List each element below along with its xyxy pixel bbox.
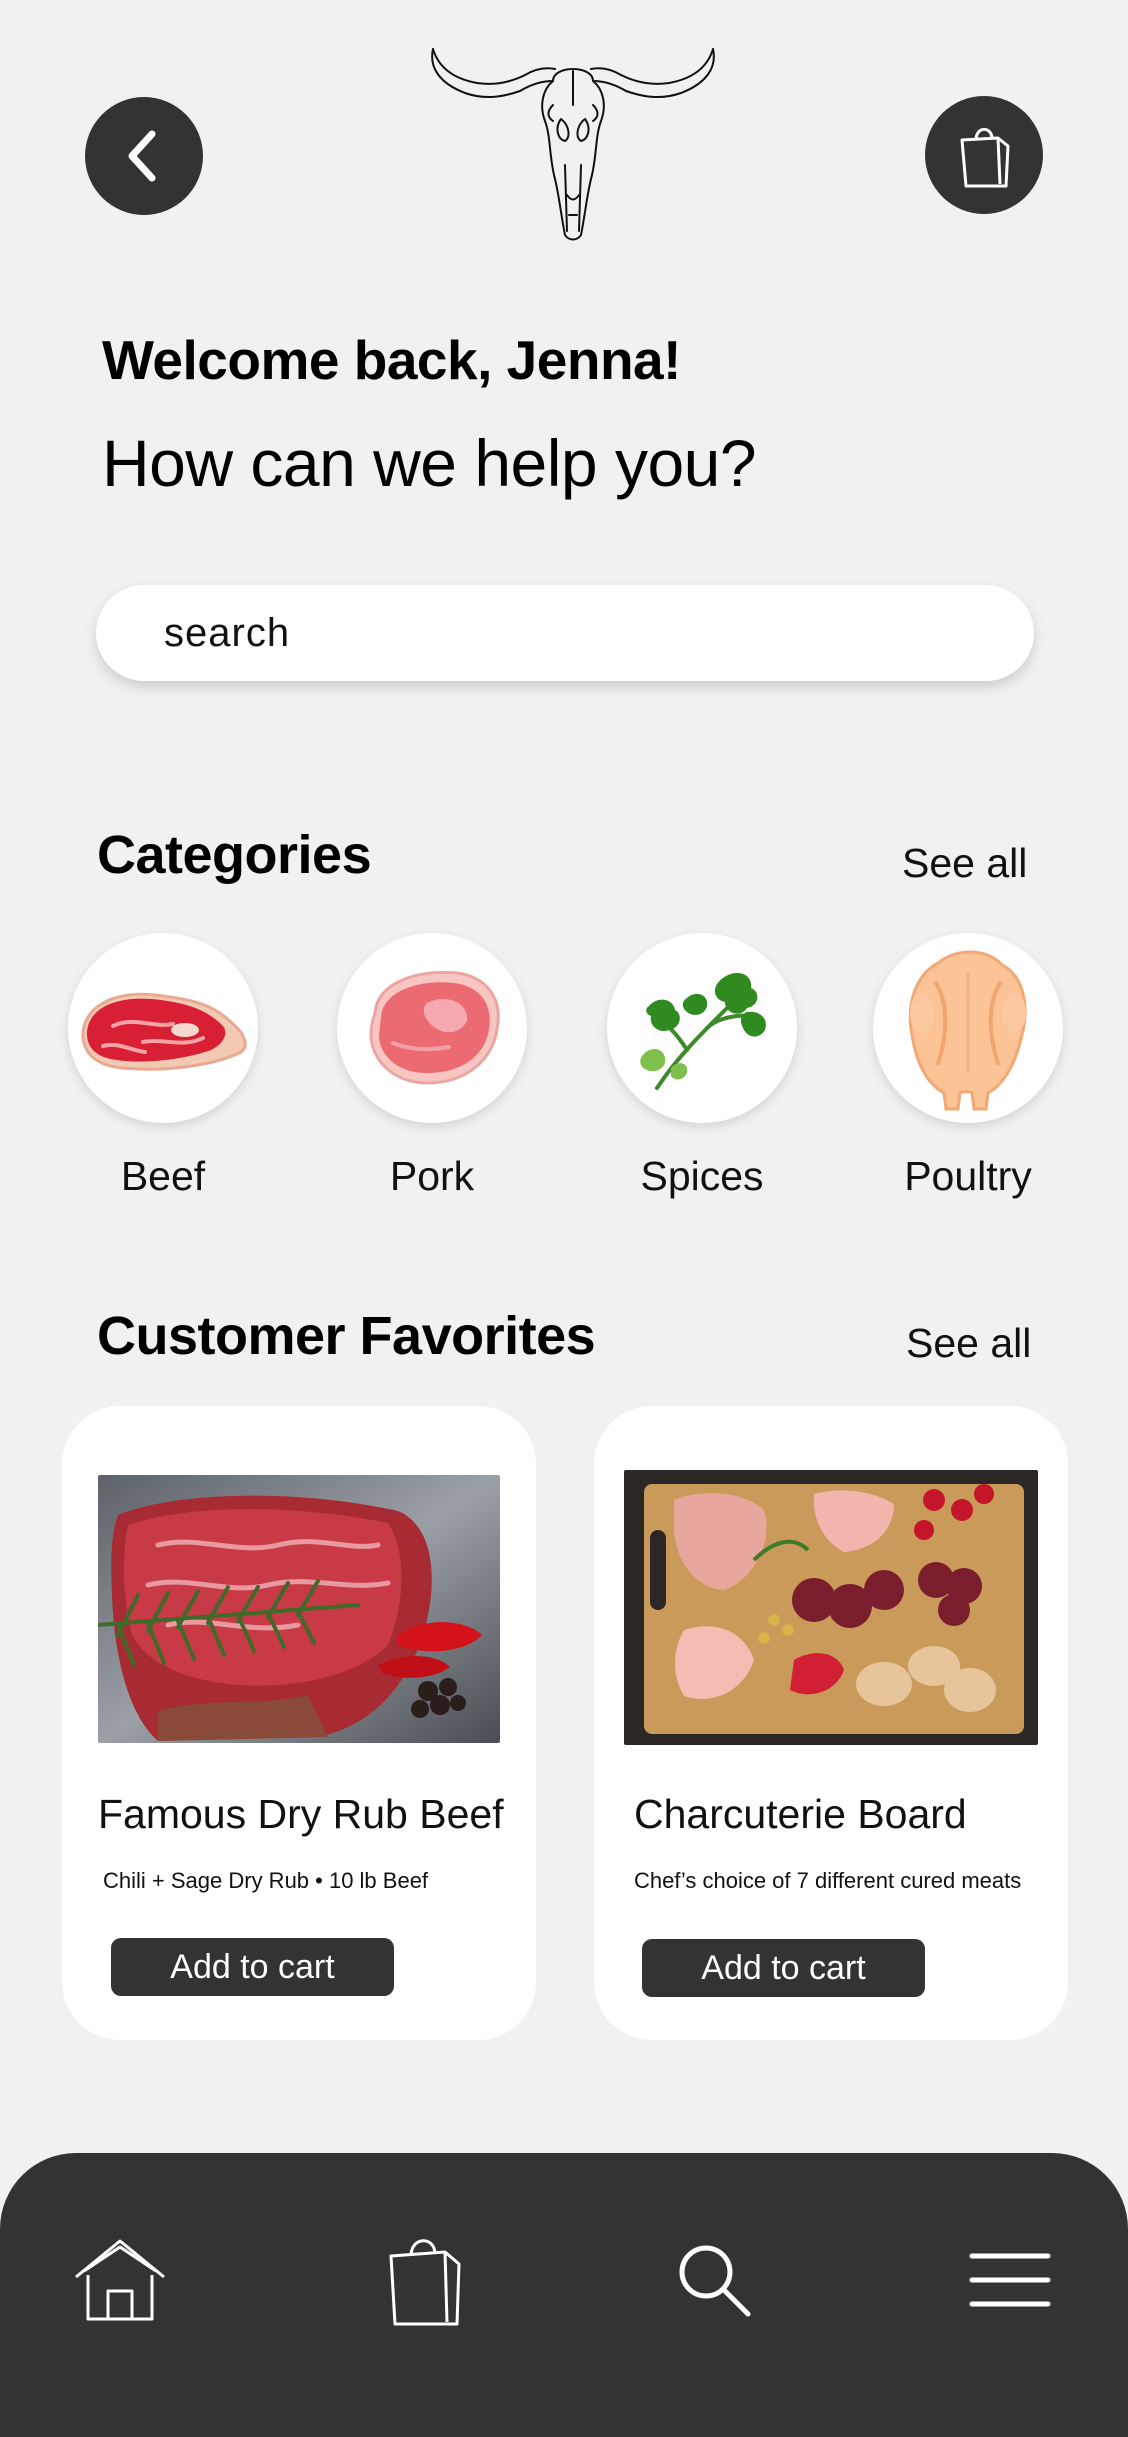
raw-beef-steak-photo bbox=[98, 1475, 500, 1743]
category-label: Spices bbox=[640, 1153, 764, 1199]
product-card[interactable]: Charcuterie Board Chef’s choice of 7 dif… bbox=[594, 1406, 1068, 2040]
welcome-heading: Welcome back, Jenna! bbox=[102, 329, 681, 391]
bull-skull-logo bbox=[425, 45, 721, 245]
menu-icon bbox=[969, 2253, 1051, 2307]
add-to-cart-button[interactable]: Add to cart bbox=[111, 1938, 394, 1996]
pork-chop-icon bbox=[369, 970, 500, 1085]
category-spices-circle bbox=[607, 933, 797, 1123]
categories-title: Categories bbox=[97, 825, 372, 885]
home-icon bbox=[75, 2239, 165, 2321]
search-icon bbox=[679, 2245, 751, 2317]
shopping-bag-icon bbox=[389, 2239, 461, 2326]
product-card[interactable]: Famous Dry Rub Beef Chili + Sage Dry Rub… bbox=[62, 1406, 536, 2040]
product-description: Chef’s choice of 7 different cured meats bbox=[634, 1868, 1022, 1893]
category-label: Pork bbox=[389, 1153, 475, 1199]
charcuterie-board-photo bbox=[624, 1470, 1038, 1745]
nav-menu[interactable] bbox=[960, 2230, 1060, 2330]
favorites-see-all-link[interactable]: See all bbox=[906, 1320, 1031, 1367]
category-beef-circle bbox=[68, 933, 258, 1123]
cart-button[interactable] bbox=[925, 96, 1043, 214]
parsley-icon bbox=[640, 973, 766, 1090]
help-subtitle: How can we help you? bbox=[102, 426, 757, 500]
product-title: Famous Dry Rub Beef bbox=[98, 1791, 504, 1837]
chicken-icon bbox=[908, 950, 1027, 1111]
categories-see-all-link[interactable]: See all bbox=[902, 840, 1027, 887]
shopping-bag-icon bbox=[960, 127, 1010, 188]
add-to-cart-button[interactable]: Add to cart bbox=[642, 1939, 925, 1997]
category-spices[interactable]: Spices bbox=[602, 933, 802, 1200]
category-poultry[interactable]: Poultry bbox=[868, 933, 1068, 1200]
chevron-left-icon bbox=[128, 130, 156, 182]
beef-steak-icon bbox=[81, 992, 247, 1071]
category-label: Poultry bbox=[904, 1153, 1032, 1199]
category-label: Beef bbox=[120, 1153, 206, 1199]
search-bar[interactable] bbox=[96, 585, 1034, 681]
product-title: Charcuterie Board bbox=[634, 1791, 967, 1837]
bottom-navigation bbox=[0, 2153, 1128, 2437]
back-button[interactable] bbox=[85, 97, 203, 215]
favorites-title: Customer Favorites bbox=[97, 1306, 596, 1366]
nav-search[interactable] bbox=[664, 2230, 764, 2330]
category-poultry-circle bbox=[873, 933, 1063, 1123]
nav-shop[interactable] bbox=[375, 2230, 475, 2330]
category-beef[interactable]: Beef bbox=[63, 933, 263, 1200]
category-pork[interactable]: Pork bbox=[332, 933, 532, 1200]
category-pork-circle bbox=[337, 933, 527, 1123]
search-input[interactable] bbox=[164, 610, 1034, 656]
bull-skull-icon bbox=[431, 48, 715, 241]
nav-home[interactable] bbox=[70, 2230, 170, 2330]
product-description: Chili + Sage Dry Rub • 10 lb Beef bbox=[103, 1868, 429, 1893]
